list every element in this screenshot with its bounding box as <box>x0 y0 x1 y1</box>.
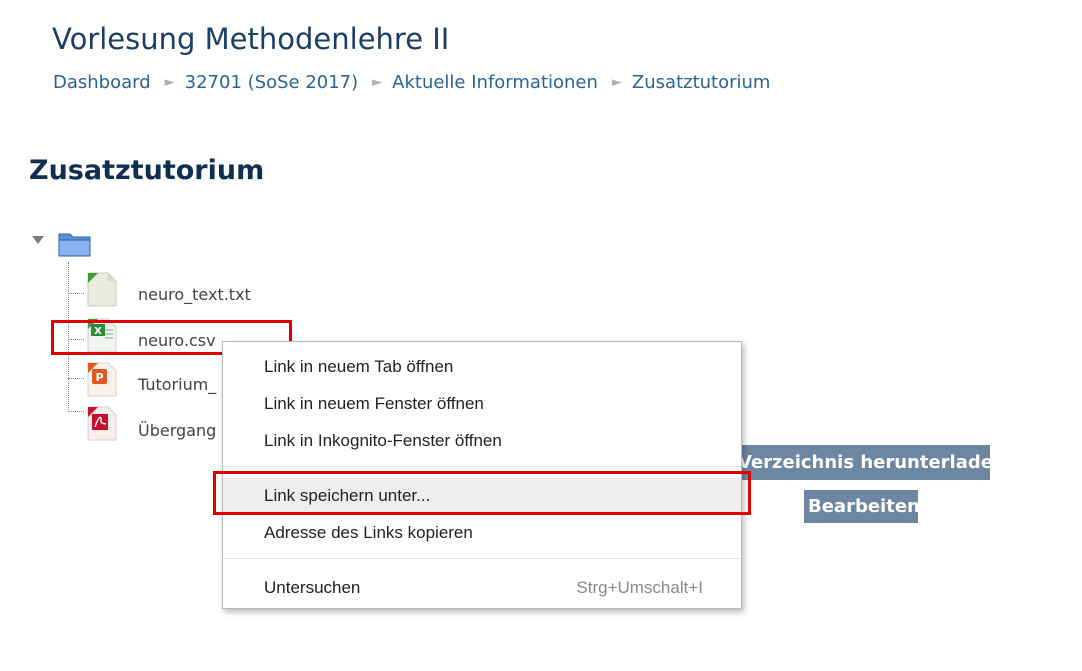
highlight-box-menu-item <box>213 471 751 515</box>
breadcrumb-dashboard[interactable]: Dashboard <box>53 72 151 93</box>
menu-separator <box>223 558 741 559</box>
page-title: Zusatztutorium <box>29 155 265 186</box>
breadcrumb-separator: ► <box>372 75 383 90</box>
menu-item-inspect-label: Untersuchen <box>264 578 361 597</box>
pdf-file-icon[interactable] <box>85 404 119 442</box>
tree-connector <box>68 411 84 412</box>
breadcrumb: Dashboard ► 32701 (SoSe 2017) ► Aktuelle Inf… <box>53 72 770 93</box>
tree-connector <box>68 293 84 294</box>
breadcrumb-news[interactable]: Aktuelle Informationen <box>392 72 598 93</box>
text-file-icon[interactable] <box>85 270 119 308</box>
breadcrumb-current[interactable]: Zusatztutorium <box>632 72 771 93</box>
file-link-tutorium[interactable]: Tutorium_ <box>138 375 216 394</box>
menu-item-open-new-window[interactable]: Link in neuem Fenster öffnen <box>223 386 741 422</box>
menu-item-copy-link-address[interactable]: Adresse des Links kopieren <box>223 515 741 551</box>
file-link-uebergang[interactable]: Übergang <box>138 421 216 440</box>
powerpoint-file-icon[interactable]: P <box>85 360 119 398</box>
breadcrumb-course[interactable]: 32701 (SoSe 2017) <box>185 72 359 93</box>
svg-text:P: P <box>95 371 103 384</box>
menu-item-open-incognito[interactable]: Link in Inkognito-Fenster öffnen <box>223 423 741 459</box>
breadcrumb-separator: ► <box>164 75 175 90</box>
course-title: Vorlesung Methodenlehre II <box>52 22 450 56</box>
edit-button[interactable]: Bearbeiten <box>804 490 918 523</box>
file-link-neuro-text[interactable]: neuro_text.txt <box>138 285 251 304</box>
menu-item-inspect[interactable]: Untersuchen Strg+Umschalt+I <box>223 570 741 606</box>
menu-item-open-new-tab[interactable]: Link in neuem Tab öffnen <box>223 349 741 385</box>
folder-icon[interactable] <box>57 230 93 263</box>
download-folder-button[interactable]: Verzeichnis herunterladen <box>730 445 990 480</box>
menu-separator <box>223 466 741 467</box>
tree-collapse-toggle[interactable] <box>32 236 44 244</box>
tree-connector <box>68 378 84 379</box>
breadcrumb-separator: ► <box>611 75 622 90</box>
menu-item-inspect-shortcut: Strg+Umschalt+I <box>576 578 703 597</box>
